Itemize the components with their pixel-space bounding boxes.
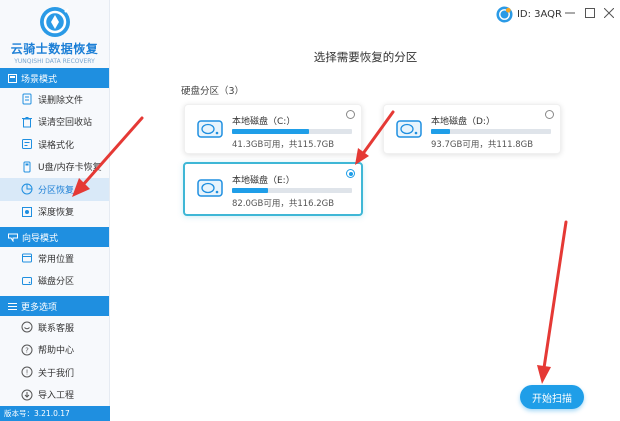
usage-bar <box>232 129 352 134</box>
import-icon <box>20 388 33 401</box>
sidebar-item-label: 误清空回收站 <box>38 118 93 129</box>
sidebar-item-label: 联系客服 <box>38 323 75 334</box>
sidebar-item-label: 帮助中心 <box>38 346 75 357</box>
location-icon <box>20 252 33 265</box>
section-title: 向导模式 <box>22 233 59 244</box>
sidebar-item-deleted-files[interactable]: 误删除文件 <box>0 88 109 111</box>
section-header-scene-mode: 场景模式 <box>0 68 109 88</box>
help-icon: ? <box>20 343 33 356</box>
partition-info: 93.7GB可用，共111.8GB <box>431 140 534 150</box>
annotation-arrow-start <box>537 220 568 384</box>
support-icon <box>20 321 33 334</box>
user-id[interactable]: ID: 3AQR <box>496 6 562 23</box>
usage-bar <box>431 129 551 134</box>
partition-name: 本地磁盘（D:） <box>431 117 495 127</box>
version-label: 版本号：3.21.0.17 <box>0 406 110 421</box>
sidebar-item-label: 误格式化 <box>38 140 75 151</box>
svg-text:?: ? <box>25 346 29 354</box>
sidebar-item-usb-card[interactable]: U盘/内存卡恢复 <box>0 156 109 179</box>
sidebar-item-contact-support[interactable]: 联系客服 <box>0 316 109 339</box>
sidebar-item-about-us[interactable]: ! 关于我们 <box>0 361 109 384</box>
close-button[interactable] <box>603 7 615 19</box>
trash-file-icon <box>20 93 33 106</box>
partition-radio[interactable] <box>346 110 355 119</box>
format-icon <box>20 138 33 151</box>
sidebar-item-deep-recovery[interactable]: 深度恢复 <box>0 201 109 224</box>
partition-card-e[interactable]: 本地磁盘（E:） 82.0GB可用，共116.2GB <box>183 162 363 216</box>
partition-card-d[interactable]: 本地磁盘（D:） 93.7GB可用，共111.8GB <box>383 104 561 154</box>
sidebar-item-import-project[interactable]: 导入工程 <box>0 384 109 407</box>
sidebar-item-label: 导入工程 <box>38 391 75 402</box>
user-avatar-icon <box>496 6 513 23</box>
hard-disk-icon <box>197 120 223 138</box>
usage-bar <box>232 188 352 193</box>
partition-name: 本地磁盘（C:） <box>232 117 296 127</box>
start-scan-button[interactable]: 开始扫描 <box>520 385 584 409</box>
logo-title: 云骑士数据恢复 <box>10 42 99 56</box>
user-id-text: ID: 3AQR <box>516 9 562 20</box>
partition-radio[interactable] <box>545 110 554 119</box>
sidebar-item-common-locations[interactable]: 常用位置 <box>0 247 109 270</box>
logo-icon <box>39 7 70 37</box>
partition-icon <box>20 183 33 196</box>
usage-bar-fill <box>431 129 451 134</box>
section-header-wizard-mode: 向导模式 <box>0 227 109 247</box>
sidebar-item-label: 分区恢复 <box>38 185 75 196</box>
logo-subtitle: YUNQISHI DATA RECOVERY <box>14 58 95 65</box>
scene-mode-icon <box>8 73 17 83</box>
close-icon <box>604 8 614 18</box>
disk-icon <box>20 274 33 287</box>
sidebar-item-disk-partitions[interactable]: 磁盘分区 <box>0 270 109 293</box>
minimize-icon <box>565 12 575 14</box>
section-title: 更多选项 <box>21 302 58 313</box>
partition-name: 本地磁盘（E:） <box>232 176 295 186</box>
logo-area: 云骑士数据恢复 YUNQISHI DATA RECOVERY <box>0 0 109 66</box>
sidebar-item-help-center[interactable]: ? 帮助中心 <box>0 339 109 362</box>
disk-group-label: 硬盘分区（3） <box>181 86 245 97</box>
wizard-mode-icon <box>8 233 18 242</box>
partition-radio-selected[interactable] <box>346 169 355 178</box>
hard-disk-icon <box>396 120 422 138</box>
usb-card-icon <box>20 160 33 173</box>
sidebar-item-partition-recovery[interactable]: 分区恢复 <box>0 178 109 201</box>
sidebar: 云骑士数据恢复 YUNQISHI DATA RECOVERY 场景模式 误删除文… <box>0 0 110 421</box>
section-title: 场景模式 <box>21 74 58 85</box>
svg-text:!: ! <box>25 369 28 377</box>
maximize-icon <box>585 8 595 18</box>
maximize-button[interactable] <box>584 7 596 19</box>
minimize-button[interactable] <box>564 7 576 19</box>
partition-info: 41.3GB可用，共115.7GB <box>232 140 335 150</box>
partition-info: 82.0GB可用，共116.2GB <box>232 199 335 209</box>
deep-scan-icon <box>20 205 33 218</box>
usage-bar-fill <box>232 129 309 134</box>
recycle-bin-icon <box>20 115 33 128</box>
sidebar-item-label: 关于我们 <box>38 368 75 379</box>
sidebar-item-format[interactable]: 误格式化 <box>0 133 109 156</box>
menu-icon <box>8 302 17 310</box>
sidebar-item-recycle-bin[interactable]: 误清空回收站 <box>0 111 109 134</box>
sidebar-item-label: 磁盘分区 <box>38 277 75 288</box>
sidebar-item-label: 常用位置 <box>38 254 75 265</box>
hard-disk-icon <box>197 179 223 197</box>
partition-card-c[interactable]: 本地磁盘（C:） 41.3GB可用，共115.7GB <box>184 104 362 154</box>
top-bar: ID: 3AQR <box>111 0 620 30</box>
info-icon: ! <box>20 366 33 379</box>
sidebar-item-label: 深度恢复 <box>38 208 75 219</box>
sidebar-item-label: U盘/内存卡恢复 <box>38 163 102 174</box>
usage-bar-fill <box>232 188 268 193</box>
section-header-more-options: 更多选项 <box>0 296 109 316</box>
sidebar-item-label: 误删除文件 <box>38 95 84 106</box>
page-title: 选择需要恢复的分区 <box>313 50 418 64</box>
